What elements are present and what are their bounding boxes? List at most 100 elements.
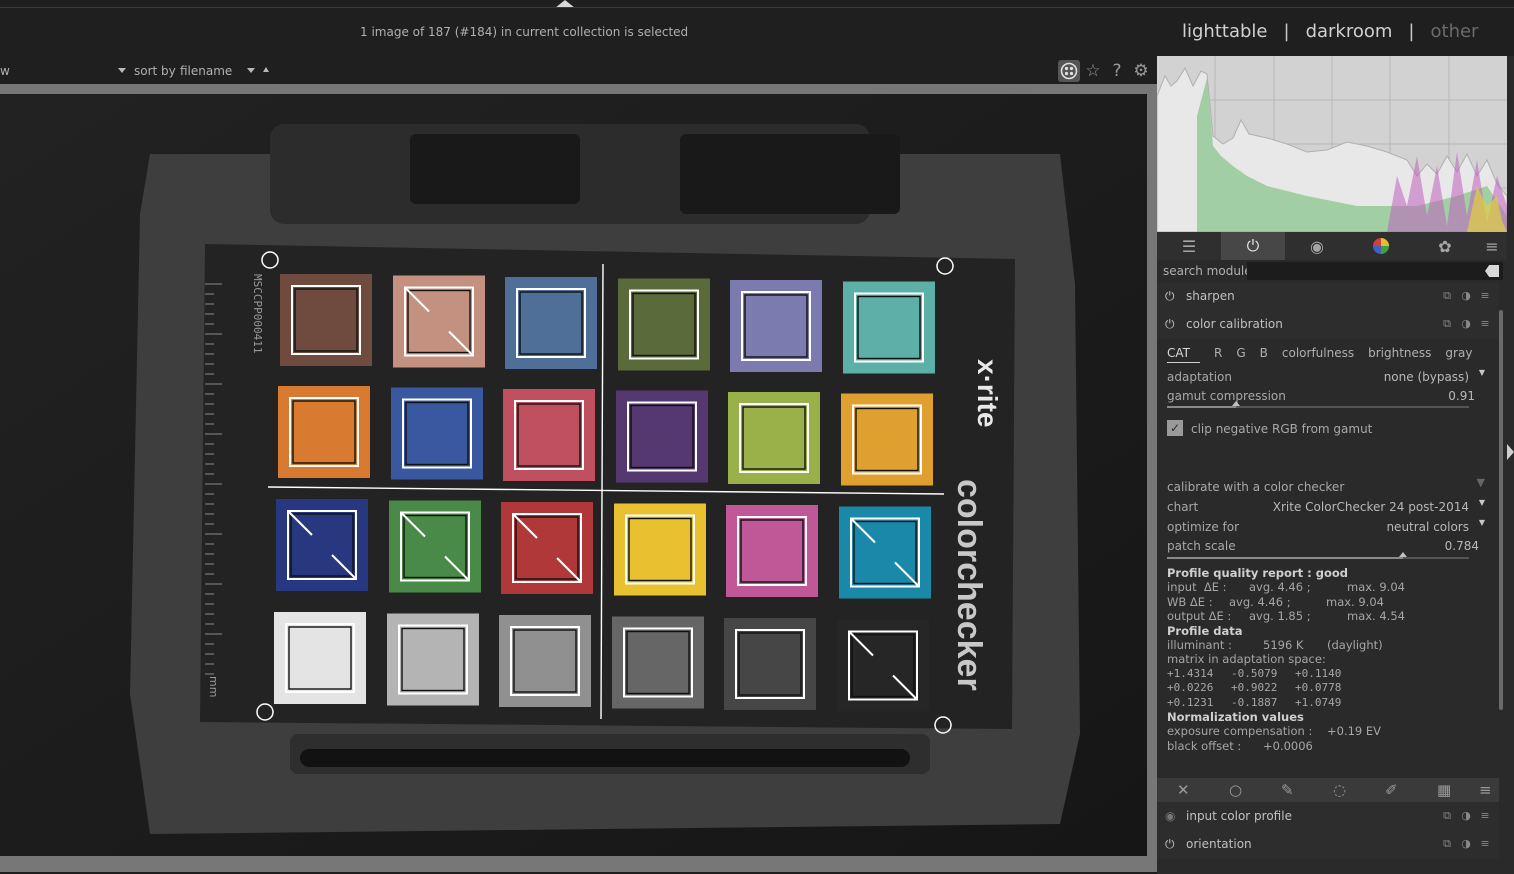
- module-input-color-profile[interactable]: ◉ input color profile ⧉ ◑ ≡: [1157, 802, 1499, 830]
- color-modules-tab-icon[interactable]: [1349, 232, 1413, 260]
- tab-gray[interactable]: gray: [1445, 346, 1472, 363]
- sort-order-icon[interactable]: [263, 67, 269, 72]
- parametric-mask-icon[interactable]: ◌: [1333, 781, 1346, 799]
- unit-label: mm: [207, 676, 220, 697]
- wb-de-label: WB ΔE :: [1167, 594, 1213, 609]
- module-sharpen[interactable]: ⏻ sharpen ⧉ ◑ ≡: [1157, 282, 1499, 310]
- raster-mask-icon[interactable]: ▦: [1437, 781, 1451, 799]
- sort-dropdown-icon[interactable]: [247, 68, 255, 73]
- adaptation-row[interactable]: adaptation none (bypass) ▼: [1167, 368, 1485, 384]
- patch-scale-slider[interactable]: [1167, 552, 1469, 559]
- active-modules-tab-icon[interactable]: ⏻: [1221, 232, 1285, 260]
- tab-g[interactable]: G: [1236, 346, 1245, 363]
- effects-modules-tab-icon[interactable]: ✿: [1413, 232, 1477, 260]
- chart-value[interactable]: Xrite ColorChecker 24 post-2014: [1273, 500, 1469, 514]
- star-icon[interactable]: ☆: [1082, 60, 1104, 82]
- chart-label: chart: [1167, 500, 1199, 514]
- multi-instance-icon[interactable]: ⧉: [1441, 809, 1453, 823]
- power-icon[interactable]: ⏻: [1165, 317, 1179, 331]
- adaptation-value[interactable]: none (bypass): [1384, 370, 1469, 384]
- filter-sort-bar: w sort by filename: [0, 56, 1157, 84]
- matrix-row: +0.0226 +0.9022 +0.0778: [1167, 681, 1348, 695]
- tab-b[interactable]: B: [1260, 346, 1268, 363]
- color-patch: [616, 390, 708, 483]
- module-orientation[interactable]: ⏻ orientation ⧉ ◑ ≡: [1157, 830, 1499, 858]
- presets-icon[interactable]: ≡: [1479, 317, 1491, 331]
- help-icon[interactable]: ?: [1106, 60, 1128, 82]
- patch-slider-thumb[interactable]: [1398, 552, 1407, 557]
- presets-icon[interactable]: ≡: [1479, 289, 1491, 303]
- blend-off-icon[interactable]: ✕: [1177, 781, 1190, 799]
- power-icon[interactable]: ⏻: [1165, 289, 1179, 303]
- module-color-calibration[interactable]: ⏻ color calibration ⧉ ◑ ≡: [1157, 310, 1499, 338]
- sort-select[interactable]: filename: [180, 64, 232, 78]
- uniform-blend-icon[interactable]: ○: [1229, 781, 1242, 799]
- image-canvas[interactable]: x·rite colorchecker MSCCPP000411 mm: [0, 84, 1157, 872]
- black-offset-value: +0.0006: [1263, 738, 1313, 753]
- output-de-label: output ΔE :: [1167, 609, 1232, 624]
- optimize-row[interactable]: optimize for neutral colors ▼: [1167, 518, 1485, 534]
- dropdown-arrow-icon[interactable]: ▼: [1479, 498, 1485, 507]
- module-header-icons: ⧉ ◑ ≡: [1441, 289, 1491, 303]
- tab-r[interactable]: R: [1214, 346, 1222, 363]
- reset-icon[interactable]: ◑: [1460, 837, 1472, 851]
- dropdown-arrow-icon[interactable]: ▼: [1479, 518, 1485, 527]
- presets-menu-icon[interactable]: ≡: [1477, 232, 1507, 260]
- patch-scale-value[interactable]: 0.784: [1445, 539, 1479, 553]
- section-collapse-icon[interactable]: ▼: [1477, 476, 1485, 489]
- view-lighttable[interactable]: lighttable: [1182, 21, 1267, 42]
- color-picker-icon[interactable]: [1058, 60, 1080, 82]
- drawn-parametric-mask-icon[interactable]: ✐: [1385, 781, 1398, 799]
- reset-icon[interactable]: ◑: [1460, 317, 1472, 331]
- quick-access-tab-icon[interactable]: ☰: [1157, 232, 1221, 260]
- base-modules-tab-icon[interactable]: ◉: [1285, 232, 1349, 260]
- panel-scrollbar[interactable]: [1499, 310, 1503, 710]
- matrix-cell: +0.9022: [1231, 681, 1278, 695]
- drawn-mask-icon[interactable]: ✎: [1281, 781, 1294, 799]
- input-de-avg: avg. 4.46 ;: [1249, 580, 1311, 595]
- collapse-right-panel-arrow[interactable]: [1507, 444, 1514, 460]
- color-patch: [503, 389, 595, 481]
- histogram[interactable]: [1157, 56, 1507, 232]
- gamut-slider[interactable]: [1167, 401, 1469, 408]
- power-icon[interactable]: ◉: [1165, 809, 1179, 823]
- chart-row[interactable]: chart Xrite ColorChecker 24 post-2014 ▼: [1167, 498, 1485, 514]
- dropdown-arrow-icon[interactable]: ▼: [1479, 368, 1485, 377]
- multi-instance-icon[interactable]: ⧉: [1441, 837, 1453, 851]
- exposure-label: exposure compensation :: [1167, 724, 1313, 739]
- multi-instance-icon[interactable]: ⧉: [1441, 317, 1453, 331]
- clip-negative-checkbox[interactable]: ✓: [1167, 420, 1183, 436]
- view-other[interactable]: other: [1431, 21, 1479, 42]
- patch-scale-row[interactable]: patch scale 0.784: [1167, 539, 1485, 553]
- search-input[interactable]: [1247, 262, 1503, 280]
- report-input-de: input ΔE : avg. 4.46 ; max. 9.04: [1167, 580, 1405, 595]
- gear-icon[interactable]: ⚙: [1130, 60, 1152, 82]
- presets-icon[interactable]: ≡: [1479, 809, 1491, 823]
- presets-icon[interactable]: ≡: [1479, 837, 1491, 851]
- power-icon[interactable]: ⏻: [1165, 837, 1179, 851]
- gamut-row[interactable]: gamut compression 0.91: [1167, 389, 1485, 403]
- search-module-row: search module: [1157, 260, 1507, 282]
- report-exposure: exposure compensation : +0.19 EV: [1167, 724, 1381, 739]
- optimize-value[interactable]: neutral colors: [1386, 520, 1469, 534]
- blend-menu-icon[interactable]: ≡: [1479, 781, 1492, 799]
- right-panel: ☰ ⏻ ◉ ✿ ≡ search module ⏻ sharpen ⧉ ◑ ≡ …: [1157, 56, 1514, 874]
- color-patch: [618, 278, 710, 371]
- gamut-slider-thumb[interactable]: [1232, 401, 1241, 406]
- filter-dropdown-icon[interactable]: [118, 68, 126, 73]
- blend-mask-bar: ✕ ○ ✎ ◌ ✐ ▦ ≡: [1157, 778, 1499, 802]
- matrix-cell: -0.1887: [1231, 695, 1278, 709]
- multi-instance-icon[interactable]: ⧉: [1441, 289, 1453, 303]
- search-label: search module: [1163, 264, 1252, 278]
- report-black-offset: black offset : +0.0006: [1167, 739, 1348, 753]
- reset-icon[interactable]: ◑: [1460, 289, 1472, 303]
- reset-icon[interactable]: ◑: [1460, 809, 1472, 823]
- wb-de-avg: avg. 4.46 ;: [1229, 594, 1291, 609]
- clear-search-icon[interactable]: [1485, 265, 1499, 277]
- tab-colorfulness[interactable]: colorfulness: [1282, 346, 1354, 363]
- view-darkroom[interactable]: darkroom: [1306, 21, 1393, 42]
- tab-brightness[interactable]: brightness: [1368, 346, 1431, 363]
- checker-section-header[interactable]: calibrate with a color checker ▼: [1167, 476, 1485, 494]
- gamut-value[interactable]: 0.91: [1448, 389, 1475, 403]
- tab-cat[interactable]: CAT: [1167, 346, 1200, 363]
